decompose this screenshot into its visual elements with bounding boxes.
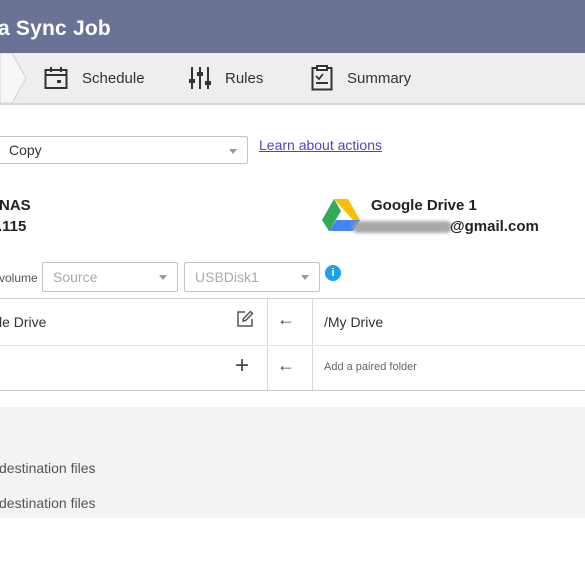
title-bar: a Sync Job xyxy=(0,0,585,53)
row-divider xyxy=(0,345,585,346)
remote-folder: /My Drive xyxy=(324,314,384,330)
step-label: Rules xyxy=(225,69,264,87)
add-paired-folder-placeholder[interactable]: Add a paired folder xyxy=(324,361,417,373)
step-summary[interactable]: Summary xyxy=(311,53,411,103)
option-text: destination files xyxy=(0,495,96,511)
destination-email: @gmail.com xyxy=(450,218,539,235)
step-schedule[interactable]: Schedule xyxy=(44,53,145,103)
chevron-down-icon xyxy=(301,275,309,280)
source-ip: .115 xyxy=(0,218,27,235)
step-rules[interactable]: Rules xyxy=(189,53,263,103)
learn-about-actions-link[interactable]: Learn about actions xyxy=(259,137,382,153)
window-title: a Sync Job xyxy=(0,17,111,40)
edit-icon[interactable] xyxy=(236,310,254,333)
sliders-icon xyxy=(189,66,211,90)
calendar-icon xyxy=(44,66,68,90)
step-label: Schedule xyxy=(82,69,145,87)
action-select[interactable]: Copy xyxy=(0,136,248,164)
option-text: destination files xyxy=(0,460,96,476)
destination-name: Google Drive 1 xyxy=(371,197,477,214)
volume-label: volume xyxy=(0,271,38,285)
options-panel: destination files destination files xyxy=(0,407,585,518)
action-value: Copy xyxy=(9,142,42,158)
source-placeholder: Source xyxy=(53,269,98,285)
local-folder: le Drive xyxy=(0,314,47,330)
step-chevron xyxy=(0,53,27,103)
paired-folders-table: le Drive ← /My Drive + ← Add a paired fo… xyxy=(0,298,585,391)
step-label: Summary xyxy=(347,69,412,87)
add-icon[interactable]: + xyxy=(235,352,249,380)
source-volume-select[interactable]: Source xyxy=(42,262,178,292)
wizard-steps: Schedule Rules Summary xyxy=(0,53,585,105)
disk-select[interactable]: USBDisk1 xyxy=(184,262,320,292)
chevron-down-icon xyxy=(229,149,237,154)
clipboard-icon xyxy=(311,65,333,91)
chevron-down-icon xyxy=(159,275,167,280)
left-arrow-icon: ← xyxy=(277,309,295,329)
source-name: NAS xyxy=(0,197,31,214)
redacted-email xyxy=(352,221,452,233)
left-arrow-icon: ← xyxy=(277,355,295,375)
disk-value: USBDisk1 xyxy=(195,269,259,285)
info-icon[interactable]: i xyxy=(325,265,341,281)
